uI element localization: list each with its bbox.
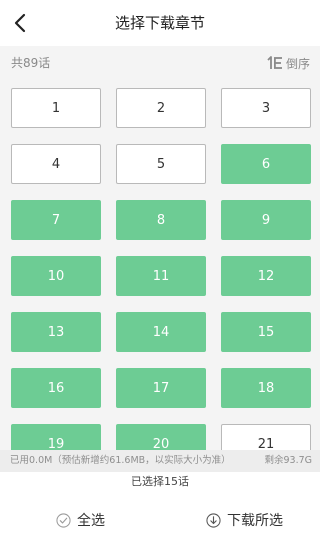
chapter-button[interactable]: 18 xyxy=(221,368,311,408)
chapter-button[interactable]: 2 xyxy=(116,88,206,128)
select-all-button[interactable]: 全选 xyxy=(56,500,105,540)
chapter-button[interactable]: 12 xyxy=(221,256,311,296)
chapter-button[interactable]: 14 xyxy=(116,312,206,352)
chapter-count-label: 共89话 xyxy=(11,56,51,70)
chapter-button[interactable]: 19 xyxy=(11,424,101,450)
chapter-list-bar: 共89话 倒序 xyxy=(0,46,320,80)
page-title: 选择下载章节 xyxy=(114,14,205,32)
chapter-grid: 1 2 3 4 5 6 7 8 9 10 11 12 13 14 15 16 17 18 19 20 21 xyxy=(0,80,320,450)
chapter-button[interactable]: 4 xyxy=(11,144,101,184)
sort-toggle-button[interactable]: 倒序 xyxy=(267,46,310,80)
chapter-button[interactable]: 8 xyxy=(116,200,206,240)
chapter-button[interactable]: 3 xyxy=(221,88,311,128)
storage-used-text: 已用0.0M（预估新增约61.6MB，以实际大小为准） xyxy=(10,455,231,466)
chapter-button[interactable]: 6 xyxy=(221,144,311,184)
chapter-button[interactable]: 5 xyxy=(116,144,206,184)
chapter-button[interactable]: 11 xyxy=(116,256,206,296)
chapter-button[interactable]: 17 xyxy=(116,368,206,408)
chapter-button[interactable]: 21 xyxy=(221,424,311,450)
chapter-button[interactable]: 10 xyxy=(11,256,101,296)
selected-count-text: 已选择15话 xyxy=(0,472,320,492)
sort-order-icon xyxy=(267,56,282,69)
storage-free-text: 剩余93.7G xyxy=(264,455,312,466)
bottom-action-bar: 全选 下载所选 xyxy=(0,492,320,558)
chapter-button[interactable]: 1 xyxy=(11,88,101,128)
header-bar: 选择下载章节 xyxy=(0,0,320,46)
chapter-button[interactable]: 9 xyxy=(221,200,311,240)
chapter-button[interactable]: 20 xyxy=(116,424,206,450)
chapter-button[interactable]: 16 xyxy=(11,368,101,408)
storage-info-bar: 已用0.0M（预估新增约61.6MB，以实际大小为准） 剩余93.7G xyxy=(0,450,320,472)
download-selected-button[interactable]: 下载所选 xyxy=(206,500,283,540)
chapter-button[interactable]: 13 xyxy=(11,312,101,352)
select-all-label: 全选 xyxy=(77,513,105,529)
chapter-button[interactable]: 15 xyxy=(221,312,311,352)
chapter-button[interactable]: 7 xyxy=(11,200,101,240)
download-selected-label: 下载所选 xyxy=(227,513,283,529)
download-icon xyxy=(206,512,221,528)
check-circle-icon xyxy=(56,512,71,528)
sort-label: 倒序 xyxy=(285,56,310,71)
